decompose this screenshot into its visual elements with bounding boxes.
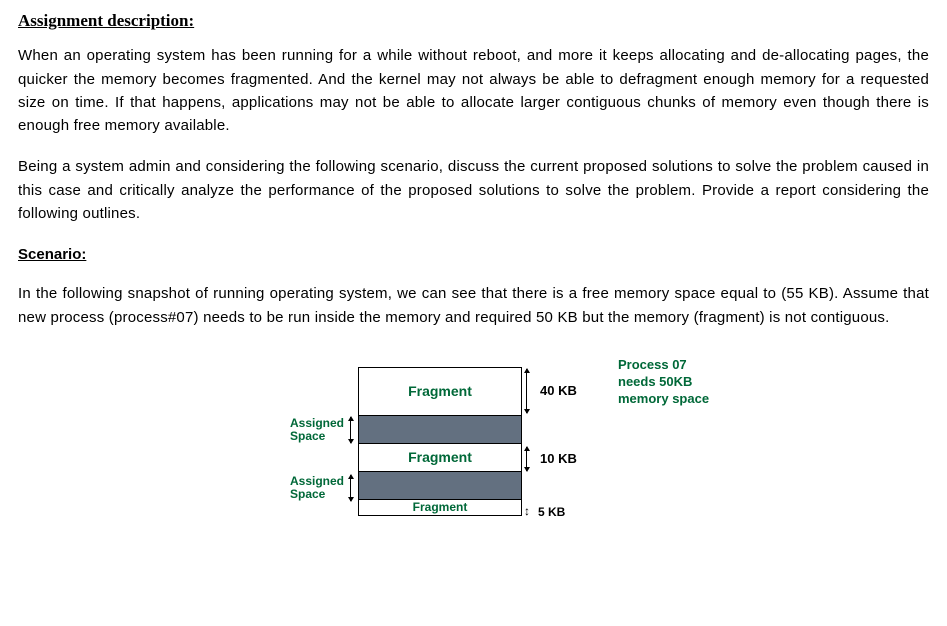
size-label-2: 10 KB [540, 449, 577, 469]
process-07-label: Process 07 needs 50KB memory space [618, 357, 709, 408]
assigned-space-label-2: Assigned Space [290, 475, 344, 501]
assigned-arrow-2 [350, 475, 359, 501]
paragraph-3: In the following snapshot of running ope… [18, 282, 929, 329]
size-label-1: 40 KB [540, 381, 577, 401]
assigned-arrow-1 [350, 417, 359, 443]
scenario-heading: Scenario: [18, 243, 929, 266]
assigned-row-1 [359, 416, 521, 444]
fragment-row-1: Fragment [359, 368, 521, 416]
paragraph-1: When an operating system has been runnin… [18, 44, 929, 137]
memory-column: Fragment Fragment Fragment [358, 367, 522, 516]
size-arrow-1 [526, 369, 535, 413]
assignment-description-heading: Assignment description: [18, 8, 929, 34]
fragment-row-3: Fragment [359, 500, 521, 516]
memory-diagram: Fragment Fragment Fragment 40 KB 10 KB ↕… [238, 357, 858, 567]
size-label-3: 5 KB [538, 503, 565, 522]
fragment-row-2: Fragment [359, 444, 521, 472]
assigned-row-2 [359, 472, 521, 500]
size-arrow-3-icon: ↕ [524, 502, 530, 521]
paragraph-2: Being a system admin and considering the… [18, 155, 929, 225]
size-arrow-2 [526, 447, 535, 471]
assigned-space-label-1: Assigned Space [290, 417, 344, 443]
